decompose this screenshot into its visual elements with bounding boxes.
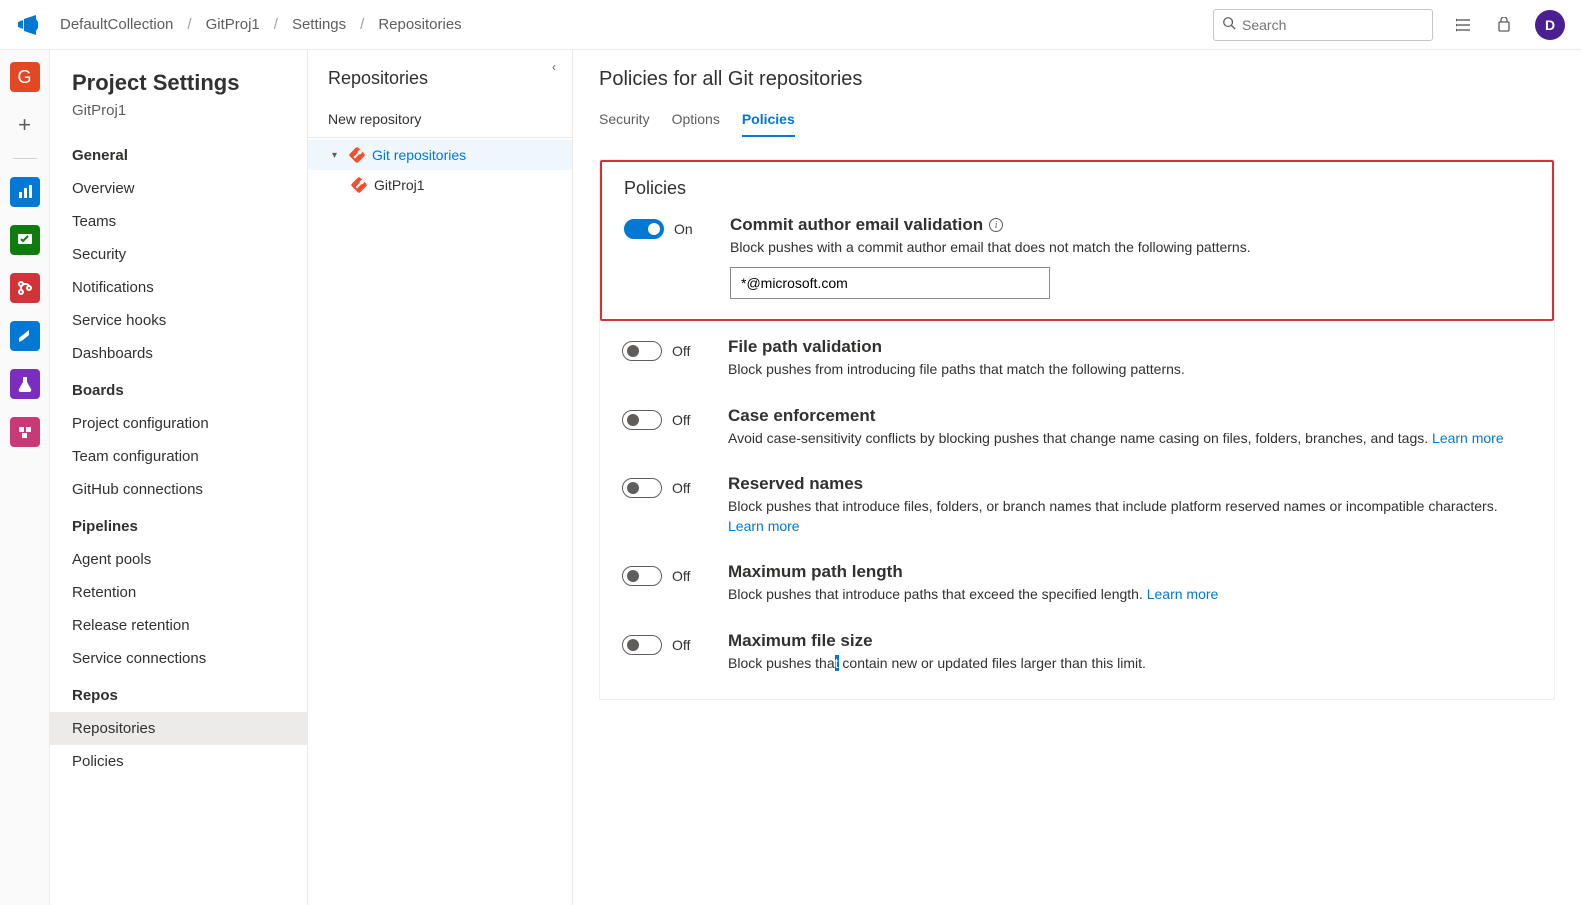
repo-tree-item[interactable]: GitProj1 xyxy=(308,170,572,200)
rail-testplans-icon[interactable] xyxy=(10,369,40,399)
settings-item-release-retention[interactable]: Release retention xyxy=(50,609,307,642)
policy-title: Maximum path length xyxy=(728,562,1532,582)
learn-more-link[interactable]: Learn more xyxy=(1147,586,1219,602)
settings-group-boards: Boards xyxy=(50,370,307,407)
tab-policies[interactable]: Policies xyxy=(742,107,795,137)
repo-tree-root[interactable]: ▾ Git repositories xyxy=(308,140,572,170)
policy-title: Maximum file size xyxy=(728,631,1532,651)
settings-item-overview[interactable]: Overview xyxy=(50,172,307,205)
search-input-container[interactable] xyxy=(1213,9,1433,41)
settings-group-repos: Repos xyxy=(50,675,307,712)
settings-item-dashboards[interactable]: Dashboards xyxy=(50,337,307,370)
policy-title: Commit author email validationi xyxy=(730,215,1530,235)
settings-item-retention[interactable]: Retention xyxy=(50,576,307,609)
toggle-label: Off xyxy=(672,637,690,653)
page-title: Policies for all Git repositories xyxy=(599,68,1555,91)
settings-item-policies[interactable]: Policies xyxy=(50,745,307,778)
avatar[interactable]: D xyxy=(1535,10,1565,40)
settings-item-notifications[interactable]: Notifications xyxy=(50,271,307,304)
new-repository-link[interactable]: New repository xyxy=(308,101,572,138)
list-icon[interactable] xyxy=(1455,16,1473,34)
settings-sidebar: Project Settings GitProj1 GeneralOvervie… xyxy=(50,50,308,905)
search-input[interactable] xyxy=(1242,17,1424,33)
settings-item-project-configuration[interactable]: Project configuration xyxy=(50,407,307,440)
breadcrumb-repositories[interactable]: Repositories xyxy=(378,16,461,33)
toggle-label: On xyxy=(674,221,693,237)
settings-item-security[interactable]: Security xyxy=(50,238,307,271)
rail-add-icon[interactable]: + xyxy=(10,110,40,140)
settings-item-service-connections[interactable]: Service connections xyxy=(50,642,307,675)
settings-item-agent-pools[interactable]: Agent pools xyxy=(50,543,307,576)
toggle-label: Off xyxy=(672,412,690,428)
rail-boards-icon[interactable] xyxy=(10,225,40,255)
settings-group-general: General xyxy=(50,135,307,172)
marketplace-icon[interactable] xyxy=(1495,16,1513,34)
collapse-pane-icon[interactable]: ‹ xyxy=(552,60,568,76)
azure-devops-logo-icon[interactable] xyxy=(16,13,40,37)
highlighted-policy-box: Policies On Commit author email validation… xyxy=(600,160,1554,321)
policy-desc: Block pushes that introduce paths that e… xyxy=(728,584,1532,604)
main-content: Policies for all Git repositories Securi… xyxy=(573,50,1581,905)
topbar: DefaultCollection / GitProj1 / Settings … xyxy=(0,0,1581,50)
learn-more-link[interactable]: Learn more xyxy=(1432,430,1504,446)
policy-desc: Block pushes from introducing file paths… xyxy=(728,359,1532,379)
rail-pipelines-icon[interactable] xyxy=(10,321,40,351)
toggle-label: Off xyxy=(672,343,690,359)
repo-pane: ‹ Repositories New repository ▾ Git repo… xyxy=(308,50,573,905)
policy-card: Policies On Commit author email validation… xyxy=(599,159,1555,700)
info-icon[interactable]: i xyxy=(989,218,1003,232)
policy-title: Reserved names xyxy=(728,474,1532,494)
breadcrumb-collection[interactable]: DefaultCollection xyxy=(60,16,173,33)
settings-title: Project Settings xyxy=(50,70,307,102)
rail-project-icon[interactable]: G xyxy=(10,62,40,92)
policy-commit-author-email: On Commit author email validationiBlock p… xyxy=(624,215,1530,299)
toggle-max-path-length[interactable] xyxy=(622,566,662,586)
policy-desc: Block pushes with a commit author email … xyxy=(730,237,1530,257)
settings-item-github-connections[interactable]: GitHub connections xyxy=(50,473,307,506)
breadcrumb-project[interactable]: GitProj1 xyxy=(206,16,260,33)
policy-max-file-size: Off Maximum file sizeBlock pushes that co… xyxy=(622,631,1532,673)
policy-input-commit-author-email[interactable] xyxy=(730,267,1050,299)
repo-tree-item-label: GitProj1 xyxy=(374,177,425,193)
policy-max-path-length: Off Maximum path lengthBlock pushes that … xyxy=(622,562,1532,604)
rail-overview-icon[interactable] xyxy=(10,177,40,207)
git-icon xyxy=(347,145,367,165)
policy-title: File path validation xyxy=(728,337,1532,357)
repo-pane-title: Repositories xyxy=(308,68,572,101)
breadcrumb: DefaultCollection / GitProj1 / Settings … xyxy=(60,16,462,33)
rail-repos-icon[interactable] xyxy=(10,273,40,303)
settings-item-teams[interactable]: Teams xyxy=(50,205,307,238)
learn-more-link[interactable]: Learn more xyxy=(728,518,800,534)
policy-title: Case enforcement xyxy=(728,406,1532,426)
policy-case-enforcement: Off Case enforcementAvoid case-sensitivit… xyxy=(622,406,1532,448)
policy-desc: Avoid case-sensitivity conflicts by bloc… xyxy=(728,428,1532,448)
settings-project-name: GitProj1 xyxy=(50,102,307,135)
toggle-max-file-size[interactable] xyxy=(622,635,662,655)
policy-file-path-validation: Off File path validationBlock pushes from… xyxy=(622,337,1532,379)
settings-item-repositories[interactable]: Repositories xyxy=(50,712,307,745)
toggle-label: Off xyxy=(672,568,690,584)
rail-artifacts-icon[interactable] xyxy=(10,417,40,447)
nav-rail: G + xyxy=(0,50,50,905)
repo-tree-root-label: Git repositories xyxy=(372,147,466,163)
chevron-down-icon: ▾ xyxy=(332,150,342,161)
search-icon xyxy=(1222,16,1236,33)
breadcrumb-settings[interactable]: Settings xyxy=(292,16,346,33)
tab-security[interactable]: Security xyxy=(599,107,650,136)
policy-desc: Block pushes that introduce files, folde… xyxy=(728,496,1532,537)
settings-group-pipelines: Pipelines xyxy=(50,506,307,543)
tab-options[interactable]: Options xyxy=(672,107,720,136)
settings-item-team-configuration[interactable]: Team configuration xyxy=(50,440,307,473)
settings-item-service-hooks[interactable]: Service hooks xyxy=(50,304,307,337)
policy-reserved-names: Off Reserved namesBlock pushes that intro… xyxy=(622,474,1532,537)
toggle-commit-author-email[interactable] xyxy=(624,219,664,239)
toggle-reserved-names[interactable] xyxy=(622,478,662,498)
toggle-case-enforcement[interactable] xyxy=(622,410,662,430)
toggle-label: Off xyxy=(672,480,690,496)
policies-header: Policies xyxy=(624,178,1530,199)
toggle-file-path-validation[interactable] xyxy=(622,341,662,361)
git-icon xyxy=(349,175,369,195)
policy-desc: Block pushes that contain new or updated… xyxy=(728,653,1532,673)
tab-bar: Security Options Policies xyxy=(599,107,1555,137)
